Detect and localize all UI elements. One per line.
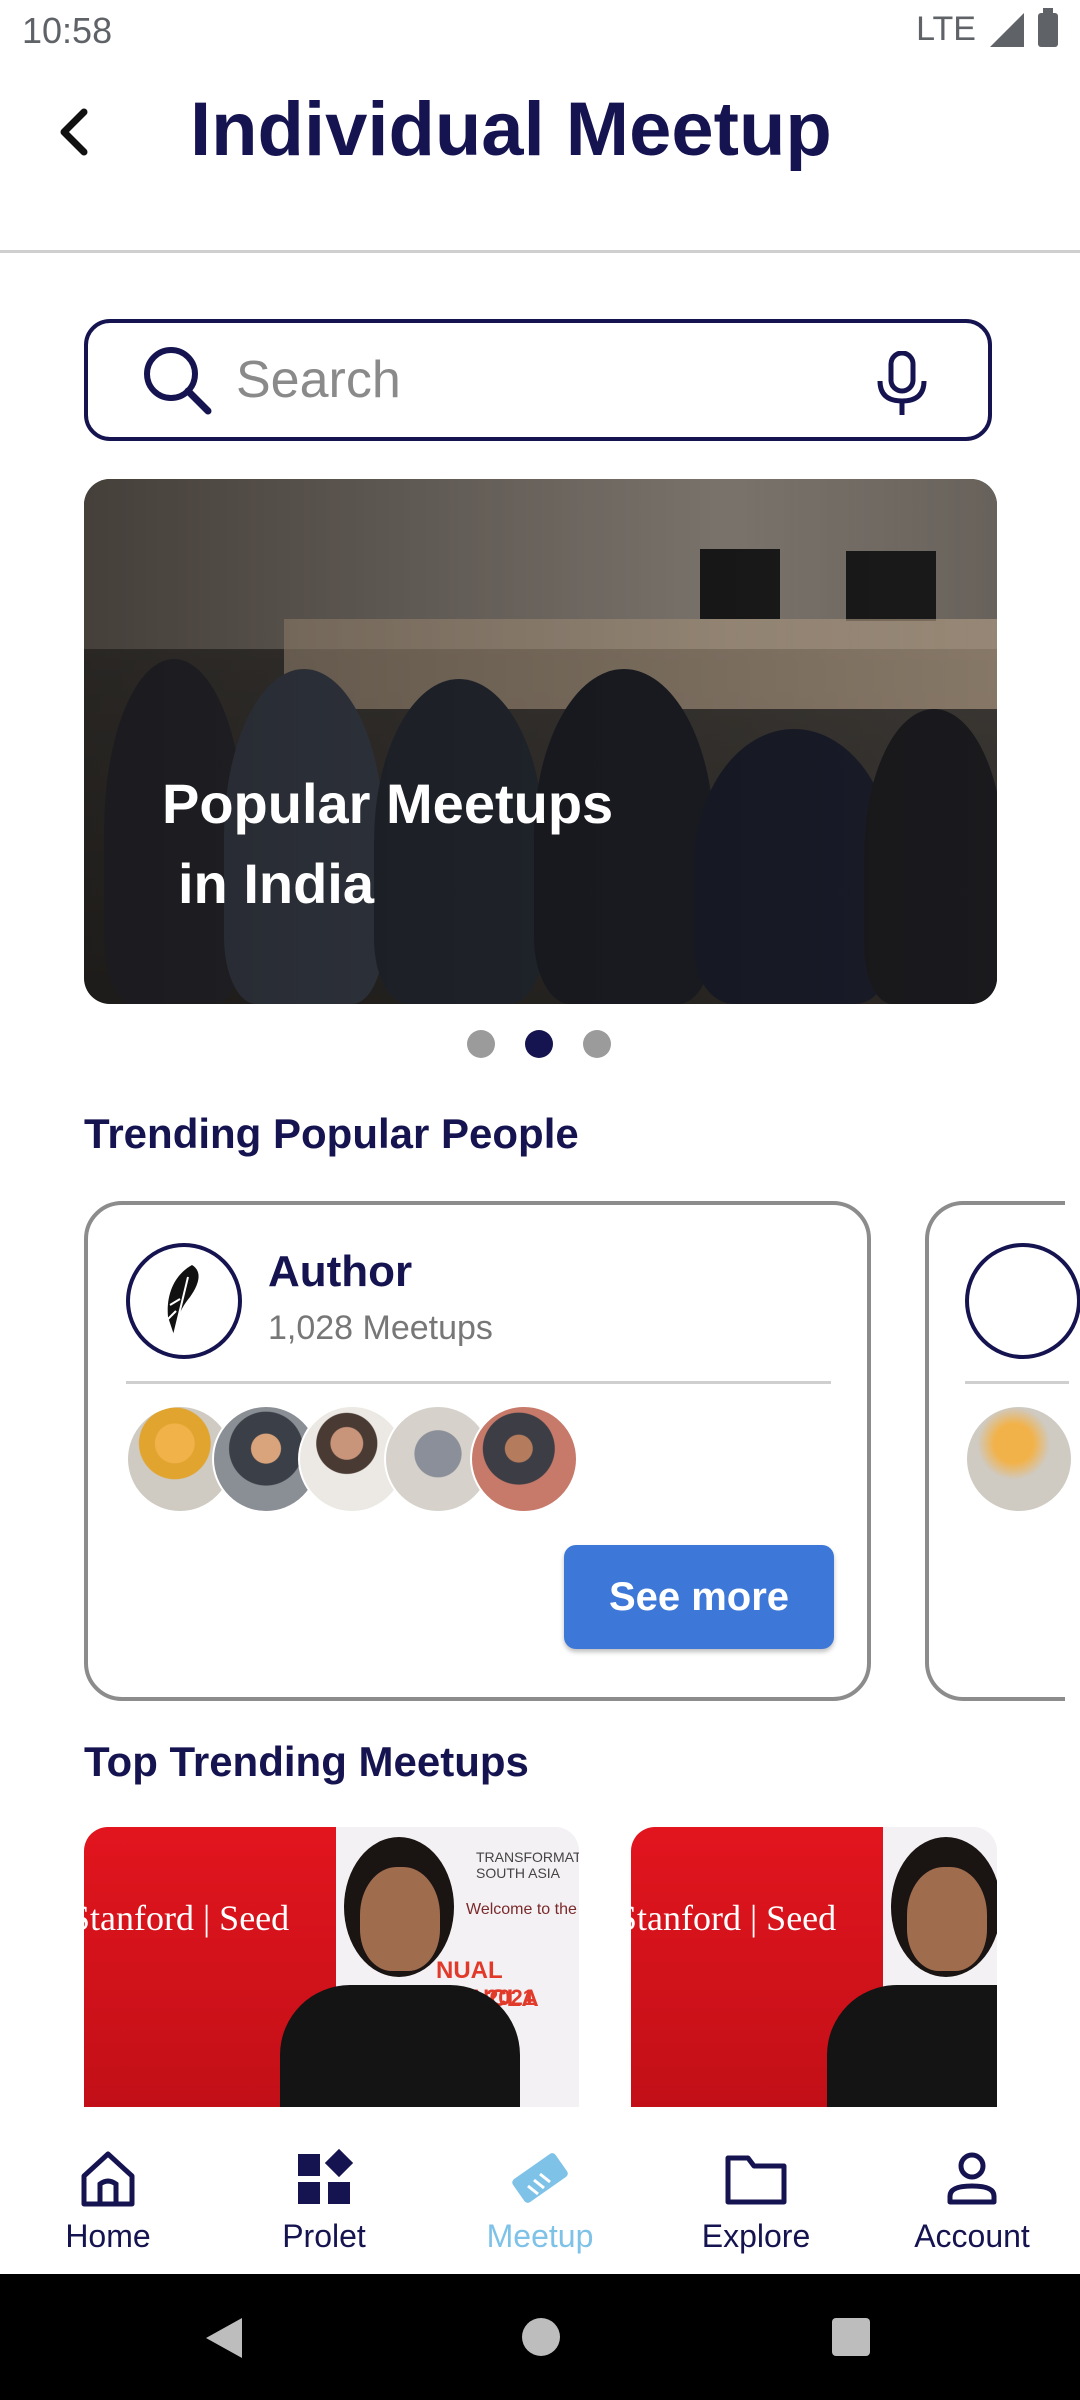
home-circle-icon[interactable] [522,2318,560,2356]
page-title: Individual Meetup [190,87,832,172]
apps-icon [298,2148,354,2204]
meetup-photo-person [827,1985,997,2107]
nav-item-prolet[interactable]: Prolet [216,2108,432,2274]
meetup-count: 1,028 Meetups [268,1309,493,1347]
person-card-next[interactable] [925,1201,1080,1701]
status-time: 10:58 [22,10,113,51]
avatar [965,1243,1080,1359]
meetup-card[interactable]: Stanford | Seed [631,1827,997,2107]
meetup-photo-person [360,1867,440,1971]
signal-icon [990,12,1024,47]
nav-item-account[interactable]: Account [864,2108,1080,2274]
banner-caption: Popular Meetups in India [162,764,613,924]
featured-banner[interactable]: Popular Meetups in India [84,479,997,1004]
handshake-icon [512,2153,568,2203]
meetup-photo-wall-text: Stanford | Seed [631,1898,837,1938]
back-button[interactable] [44,102,104,162]
network-type: LTE [916,10,976,48]
feather-icon [167,1265,199,1336]
nav-item-meetup[interactable]: Meetup [432,2108,648,2274]
search-input[interactable] [234,349,838,411]
member-avatar [470,1405,578,1513]
person-icon [947,2152,997,2205]
avatar [126,1243,242,1359]
battery-icon [1038,7,1058,47]
chevron-left-icon [60,108,88,156]
nav-label: Home [65,2218,151,2254]
poster-text: Welcome to the [466,1901,577,1918]
section-title-meetups: Top Trending Meetups [84,1738,529,1785]
recents-square-icon[interactable] [832,2318,870,2356]
nav-label: Explore [701,2218,811,2254]
microphone-icon[interactable] [874,351,930,417]
folder-icon [725,2155,787,2205]
banner-caption-line: in India [178,852,374,915]
meetup-photo-person [907,1867,987,1971]
status-indicators: LTE [916,7,1058,49]
carousel-indicator [0,1030,1079,1058]
divider [965,1381,1069,1384]
search-icon [144,347,212,415]
app-header: Individual Meetup [0,64,1080,253]
member-avatar [965,1405,1073,1513]
nav-label: Meetup [486,2218,594,2254]
search-bar[interactable] [84,319,992,441]
carousel-dot[interactable] [467,1030,495,1058]
divider [126,1381,831,1384]
nav-label: Prolet [282,2218,366,2254]
system-navigation-bar [0,2274,1080,2400]
back-triangle-icon[interactable] [206,2318,242,2358]
carousel-dot-active[interactable] [525,1030,553,1058]
status-bar: 10:58 LTE [0,0,1080,64]
bottom-navigation: Home Prolet Meetup Explore Account [0,2108,1080,2274]
banner-shade [84,479,997,1004]
carousel-dot[interactable] [583,1030,611,1058]
meetup-photo-wall-text: Stanford | Seed [84,1898,290,1938]
person-card[interactable]: Author 1,028 Meetups See more [84,1201,871,1701]
nav-item-home[interactable]: Home [0,2108,216,2274]
nav-label: Account [914,2218,1030,2254]
meetup-card[interactable]: Stanford | Seed TRANSFORMATION SOUTH ASI… [84,1827,579,2107]
see-more-button[interactable]: See more [564,1545,834,1649]
banner-caption-line: Popular Meetups [162,772,614,835]
person-category: Author [268,1247,413,1296]
poster-text: TRANSFORMATION SOUTH ASIA [476,1849,579,1881]
nav-item-explore[interactable]: Explore [648,2108,864,2274]
meetup-photo-person [280,1985,520,2107]
section-title-people: Trending Popular People [84,1110,579,1157]
home-icon [81,2151,135,2207]
